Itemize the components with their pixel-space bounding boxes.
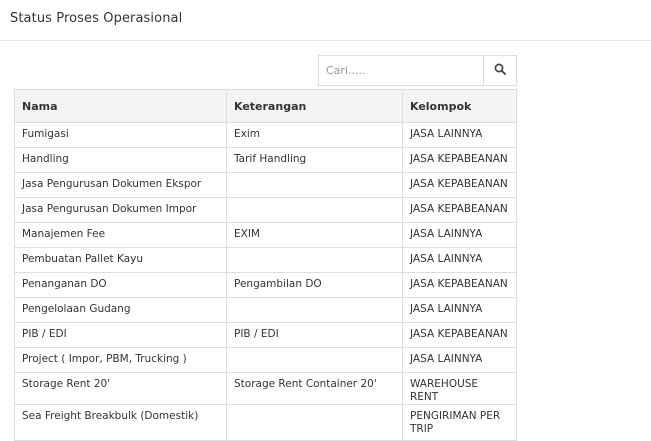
cell-keterangan: EXIM	[226, 222, 403, 248]
table-row[interactable]: Storage Rent 20' Storage Rent Container 2…	[14, 372, 517, 405]
cell-kelompok: JASA KEPABEANAN	[402, 272, 517, 298]
table-row[interactable]: Sea Freight Breakbulk (Domestik) PENGIRIM…	[14, 404, 517, 441]
cell-kelompok: JASA LAINNYA	[402, 297, 517, 323]
panel-header: Status Proses Operasional	[0, 0, 651, 41]
cell-kelompok: JASA LAINNYA	[402, 347, 517, 373]
search-input[interactable]	[318, 55, 483, 86]
table-row[interactable]: Jasa Pengurusan Dokumen Ekspor JASA KEPAB…	[14, 172, 517, 198]
search-button[interactable]	[483, 55, 517, 86]
cell-keterangan: Tarif Handling	[226, 147, 403, 173]
cell-keterangan	[226, 247, 403, 273]
table-row[interactable]: Handling Tarif Handling JASA KEPABEANAN	[14, 147, 517, 173]
cell-keterangan: Storage Rent Container 20'	[226, 372, 403, 405]
cell-kelompok: JASA LAINNYA	[402, 222, 517, 248]
table-row[interactable]: Pembuatan Pallet Kayu JASA LAINNYA	[14, 247, 517, 273]
cell-keterangan	[226, 297, 403, 323]
cell-keterangan	[226, 404, 403, 441]
cell-keterangan: Pengambilan DO	[226, 272, 403, 298]
column-header-nama[interactable]: Nama	[14, 89, 227, 123]
cell-kelompok: JASA LAINNYA	[402, 122, 517, 148]
cell-nama: Penanganan DO	[14, 272, 227, 298]
cell-nama: Sea Freight Breakbulk (Domestik)	[14, 404, 227, 441]
data-table: Nama Keterangan Kelompok Fumigasi Exim JAS…	[14, 89, 517, 441]
column-header-keterangan[interactable]: Keterangan	[226, 89, 403, 123]
table-row[interactable]: Manajemen Fee EXIM JASA LAINNYA	[14, 222, 517, 248]
cell-nama: Pengelolaan Gudang	[14, 297, 227, 323]
cell-nama: Jasa Pengurusan Dokumen Impor	[14, 197, 227, 223]
cell-kelompok: PENGIRIMAN PER TRIP	[402, 404, 517, 441]
cell-keterangan	[226, 197, 403, 223]
table-row[interactable]: Fumigasi Exim JASA LAINNYA	[14, 122, 517, 148]
table-row[interactable]: PIB / EDI PIB / EDI JASA KEPABEANAN	[14, 322, 517, 348]
table-row[interactable]: Jasa Pengurusan Dokumen Impor JASA KEPABE…	[14, 197, 517, 223]
cell-nama: PIB / EDI	[14, 322, 227, 348]
page-title: Status Proses Operasional	[10, 11, 183, 26]
table-row[interactable]: Project ( Impor, PBM, Trucking ) JASA LAI…	[14, 347, 517, 373]
cell-keterangan	[226, 172, 403, 198]
table-header-row: Nama Keterangan Kelompok	[14, 89, 517, 123]
search-icon	[494, 63, 506, 78]
cell-kelompok: JASA KEPABEANAN	[402, 172, 517, 198]
cell-keterangan	[226, 347, 403, 373]
search-group	[318, 55, 517, 86]
cell-keterangan: PIB / EDI	[226, 322, 403, 348]
cell-nama: Pembuatan Pallet Kayu	[14, 247, 227, 273]
cell-kelompok: JASA KEPABEANAN	[402, 322, 517, 348]
cell-nama: Project ( Impor, PBM, Trucking )	[14, 347, 227, 373]
cell-keterangan: Exim	[226, 122, 403, 148]
cell-kelompok: JASA KEPABEANAN	[402, 147, 517, 173]
cell-nama: Handling	[14, 147, 227, 173]
table-row[interactable]: Penanganan DO Pengambilan DO JASA KEPABEAN…	[14, 272, 517, 298]
table-row[interactable]: Pengelolaan Gudang JASA LAINNYA	[14, 297, 517, 323]
cell-kelompok: JASA LAINNYA	[402, 247, 517, 273]
cell-nama: Fumigasi	[14, 122, 227, 148]
cell-nama: Storage Rent 20'	[14, 372, 227, 405]
cell-kelompok: WAREHOUSE RENT	[402, 372, 517, 405]
cell-nama: Manajemen Fee	[14, 222, 227, 248]
cell-nama: Jasa Pengurusan Dokumen Ekspor	[14, 172, 227, 198]
cell-kelompok: JASA KEPABEANAN	[402, 197, 517, 223]
column-header-kelompok[interactable]: Kelompok	[402, 89, 517, 123]
